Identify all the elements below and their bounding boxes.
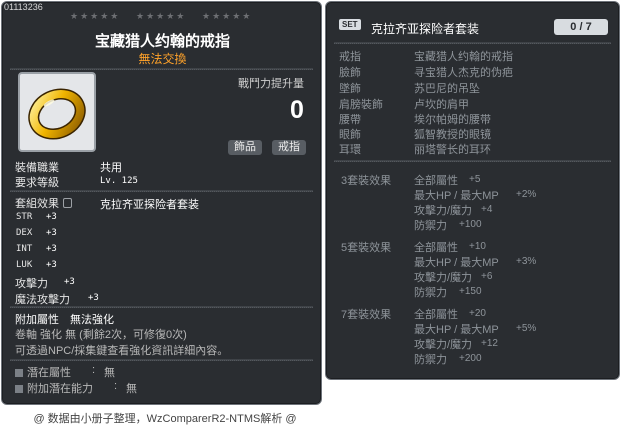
set-piece-name: 苏巴尼的吊坠 <box>414 83 480 95</box>
set-piece-slot: 耳環 <box>339 144 361 156</box>
set-name-value: 克拉齐亚探险者套装 <box>100 199 199 211</box>
lock-icon <box>63 198 72 208</box>
potential-value: 無 <box>104 367 115 379</box>
set-piece-name: 卢坎的肩甲 <box>414 99 469 111</box>
stat-int-name: INT <box>16 244 33 254</box>
set-effect-line: 攻擊力/魔力 <box>414 339 473 351</box>
scroll-upgrade-info: 卷軸 強化 無 (剩餘2次，可修復0次) <box>15 329 187 341</box>
gold-ring-icon <box>28 88 86 140</box>
required-level-label: 要求等級 <box>15 177 59 189</box>
job-value: 共用 <box>100 162 122 174</box>
set-piece-slot: 腰帶 <box>339 114 361 126</box>
set-count: 0 / 7 <box>554 19 608 35</box>
divider <box>334 160 611 162</box>
set-piece-slot: 肩膀裝飾 <box>339 99 383 111</box>
set-effect-7-title: 7套裝效果 <box>341 309 392 321</box>
set-effect-line: 全部屬性 <box>414 242 458 254</box>
set-badge: SET <box>339 19 361 30</box>
set-effect-line: 攻擊力/魔力 <box>414 272 473 284</box>
set-effect-line: 攻擊力/魔力 <box>414 205 473 217</box>
potential-label: 潛在屬性 <box>27 367 71 379</box>
set-piece-name: 宝藏猎人约翰的戒指 <box>414 51 513 63</box>
stat-magic-attack-value: +3 <box>88 293 99 303</box>
extra-attribute-value: 無法強化 <box>70 314 114 326</box>
set-effect-label: 套組效果 <box>15 198 59 210</box>
category-tag-ring: 戒指 <box>272 140 306 155</box>
set-piece-name: 狐智教授的眼镜 <box>414 129 491 141</box>
set-effect-value: +20 <box>469 308 486 319</box>
stat-luk-value: +3 <box>46 260 57 270</box>
potential-separator: : <box>92 364 96 376</box>
stat-magic-attack-name: 魔法攻擊力 <box>15 294 70 306</box>
set-effect-value: +4 <box>481 204 493 215</box>
set-effect-3-title: 3套裝效果 <box>341 175 392 187</box>
divider <box>10 359 313 361</box>
set-piece-slot: 墜飾 <box>339 83 361 95</box>
set-piece-slot: 眼飾 <box>339 129 361 141</box>
stat-str-value: +3 <box>46 212 57 222</box>
additional-potential-icon <box>15 385 23 393</box>
set-tooltip-panel: SET 克拉齐亚探险者套装 0 / 7 戒指 宝藏猎人约翰的戒指 臉飾 寻宝猎人… <box>325 1 620 380</box>
power-increase-value: 0 <box>290 96 304 124</box>
stat-attack-name: 攻擊力 <box>15 278 48 290</box>
set-effect-value: +2% <box>516 189 537 200</box>
set-effect-line: 全部屬性 <box>414 309 458 321</box>
stat-dex-value: +3 <box>46 228 57 238</box>
stat-int-value: +3 <box>46 244 57 254</box>
set-effect-value: +100 <box>459 219 482 230</box>
extra-attribute-label: 附加屬性 <box>15 314 59 326</box>
stat-str-name: STR <box>16 212 33 222</box>
potential-icon <box>15 369 23 377</box>
set-piece-name: 丽塔警长的耳环 <box>414 144 491 156</box>
set-title: 克拉齐亚探险者套装 <box>371 22 480 36</box>
enhance-hint: 可透過NPC/採集鍵查看強化資訊詳細內容。 <box>15 345 229 357</box>
stat-luk-name: LUK <box>16 260 33 270</box>
divider <box>10 68 313 70</box>
divider <box>334 42 611 44</box>
set-effect-line: 防禦力 <box>414 287 447 299</box>
category-tag-accessory: 飾品 <box>228 140 262 155</box>
set-piece-slot: 臉飾 <box>339 67 361 79</box>
additional-potential-separator: : <box>114 380 118 392</box>
set-effect-line: 最大HP / 最大MP <box>414 190 499 202</box>
item-icon-frame <box>18 72 96 152</box>
set-effect-value: +3% <box>516 256 537 267</box>
stat-dex-name: DEX <box>16 228 33 238</box>
additional-potential-label: 附加潛在能力 <box>27 383 93 395</box>
star-force-group-2: ★★★★★ <box>136 11 187 21</box>
star-force-group-1: ★★★★★ <box>70 11 121 21</box>
set-effect-value: +10 <box>469 241 486 252</box>
set-effect-line: 最大HP / 最大MP <box>414 324 499 336</box>
stat-attack-value: +3 <box>64 277 75 287</box>
additional-potential-row: 附加潛在能力 <box>15 380 93 396</box>
item-name: 宝藏猎人约翰的戒指 <box>94 33 230 50</box>
set-effect-value: +200 <box>459 353 482 364</box>
additional-potential-value: 無 <box>126 383 137 395</box>
required-level-value: Lv. 125 <box>100 176 138 186</box>
item-tooltip-panel: 01113236 ★★★★★ ★★★★★ ★★★★★ 宝藏猎人约翰的戒指 無法交… <box>1 1 322 405</box>
set-effect-line: 防禦力 <box>414 220 447 232</box>
set-piece-name: 寻宝猎人杰克的伪疤 <box>414 67 513 79</box>
set-effect-line: 全部屬性 <box>414 175 458 187</box>
set-effect-5-title: 5套裝效果 <box>341 242 392 254</box>
set-effect-line: 最大HP / 最大MP <box>414 257 499 269</box>
set-effect-value: +6 <box>481 271 493 282</box>
set-effect-value: +150 <box>459 286 482 297</box>
set-effect-row: 套組效果 <box>15 195 72 211</box>
set-piece-slot: 戒指 <box>339 51 361 63</box>
star-force-group-3: ★★★★★ <box>202 11 253 21</box>
job-label: 裝備職業 <box>15 162 59 174</box>
potential-row: 潛在屬性 <box>15 364 71 380</box>
trade-restriction: 無法交換 <box>138 52 187 66</box>
set-effect-value: +12 <box>481 338 498 349</box>
set-effect-value: +5% <box>516 323 537 334</box>
set-effect-value: +5 <box>469 174 481 185</box>
power-increase-label: 戰鬥力提升量 <box>238 78 304 90</box>
set-effect-line: 防禦力 <box>414 354 447 366</box>
set-piece-name: 埃尔帕姆的腰带 <box>414 114 491 126</box>
item-id: 01113236 <box>4 2 43 12</box>
divider <box>10 190 313 192</box>
divider <box>10 306 313 308</box>
data-source-footer: @ 数据由小册子整理，WzComparerR2-NTMS解析 @ <box>33 413 297 425</box>
